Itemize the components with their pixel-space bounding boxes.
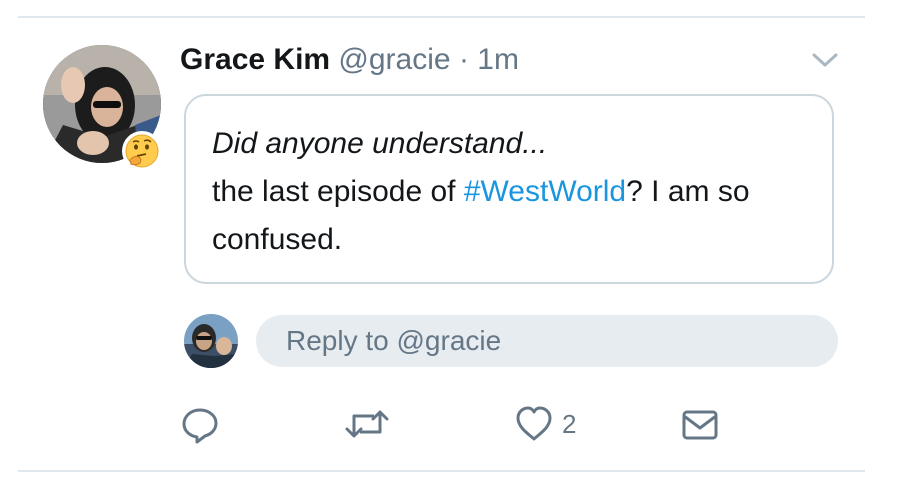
chevron-down-icon[interactable]: [810, 50, 840, 70]
top-divider: [18, 16, 865, 18]
bottom-divider: [18, 470, 865, 472]
hashtag-link[interactable]: #WestWorld: [464, 175, 626, 208]
retweet-button[interactable]: [344, 404, 390, 444]
like-count: 2: [562, 408, 577, 439]
tweet-header: Grace Kim @gracie · 1m: [180, 42, 519, 78]
like-button[interactable]: 2: [514, 404, 576, 444]
tweet-text-line1: Did anyone understand...: [212, 127, 548, 160]
heart-icon: [516, 406, 552, 441]
tweet-text-part1: the last episode of: [212, 175, 464, 208]
author-name[interactable]: Grace Kim: [180, 43, 330, 76]
thinking-face-emoji-icon: [122, 131, 162, 171]
envelope-icon: [682, 410, 718, 440]
tweet-text-bubble: Did anyone understand... the last episod…: [184, 94, 834, 284]
reply-button[interactable]: [180, 404, 220, 444]
current-user-avatar[interactable]: [184, 314, 238, 368]
direct-message-button[interactable]: [680, 404, 720, 444]
reply-bubble-icon: [182, 408, 218, 444]
retweet-icon: [345, 410, 389, 438]
reply-input[interactable]: Reply to @gracie: [256, 315, 838, 367]
timestamp[interactable]: 1m: [477, 43, 519, 76]
author-handle[interactable]: @gracie: [338, 43, 450, 76]
separator-dot: ·: [458, 43, 469, 76]
